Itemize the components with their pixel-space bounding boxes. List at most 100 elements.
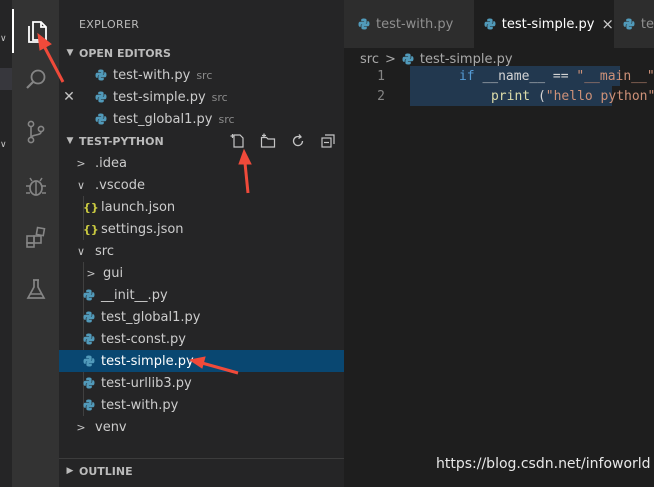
tree-file-launch[interactable]: {} launch.json [59, 196, 344, 218]
file-name: test-urllib3.py [101, 375, 192, 391]
python-icon [484, 18, 496, 30]
test-activity[interactable] [12, 268, 59, 312]
open-editors-header[interactable]: ▼ OPEN EDITORS [59, 42, 344, 64]
python-icon [358, 18, 370, 30]
chevron-down-icon: ∨ [0, 140, 7, 150]
tree-folder-vscode[interactable]: ∨ .vscode [59, 174, 344, 196]
source-control-icon [27, 120, 44, 144]
code-token: print [490, 88, 531, 104]
tab-test-simple[interactable]: test-simple.py × [474, 0, 614, 48]
python-icon [83, 311, 95, 323]
file-name: test_global1.py [113, 111, 213, 127]
file-name: launch.json [101, 199, 176, 215]
tree-file-with[interactable]: test-with.py [59, 394, 344, 416]
tree-folder-venv[interactable]: > venv [59, 416, 344, 438]
project-label: TEST-PYTHON [79, 134, 164, 148]
file-name: test-simple.py [101, 353, 194, 369]
file-name: settings.json [101, 221, 184, 237]
folder-hint: src [196, 68, 213, 82]
chevron-right-icon: > [76, 156, 86, 170]
tab-label: test-with.py [376, 16, 454, 32]
tree-file-global1[interactable]: test_global1.py [59, 306, 344, 328]
line-number: 2 [377, 88, 385, 104]
folder-name: .vscode [95, 177, 145, 193]
outline-header[interactable]: ▶ OUTLINE [59, 460, 344, 482]
project-toolbar [230, 130, 336, 152]
chevron-right-icon: > [76, 420, 86, 434]
explorer-sidebar: EXPLORER ▼ OPEN EDITORS test-with.py src… [59, 0, 344, 487]
tree-folder-gui[interactable]: > gui [59, 262, 344, 284]
tab-label: te [640, 16, 654, 32]
file-name: __init__.py [101, 287, 168, 303]
tree-file-urllib3[interactable]: test-urllib3.py [59, 372, 344, 394]
folder-name: src [95, 243, 114, 259]
file-name: test-simple.py [113, 89, 206, 105]
json-icon: {} [83, 222, 99, 236]
outline-label: OUTLINE [79, 464, 133, 478]
chevron-down-icon: ∨ [76, 178, 86, 192]
chevron-down-icon: ∨ [0, 34, 7, 44]
tree-file-const[interactable]: test-const.py [59, 328, 344, 350]
open-editor-item[interactable]: test-with.py src [59, 64, 344, 86]
json-icon: {} [83, 200, 99, 214]
breadcrumb-folder[interactable]: src [360, 52, 379, 67]
activity-bar [12, 0, 59, 487]
explorer-activity[interactable] [12, 9, 59, 53]
files-icon [27, 21, 47, 43]
tab-test-with[interactable]: test-with.py [344, 0, 474, 48]
open-editor-item[interactable]: test_global1.py src [59, 108, 344, 130]
folder-name: gui [103, 265, 124, 281]
tree-file-simple[interactable]: test-simple.py [59, 350, 344, 372]
python-icon [83, 355, 95, 367]
tree-file-init[interactable]: __init__.py [59, 284, 344, 306]
divider [59, 458, 344, 459]
bug-icon [25, 177, 46, 196]
folder-hint: src [211, 90, 228, 104]
extensions-activity[interactable] [12, 216, 59, 260]
source-control-activity[interactable] [12, 110, 59, 154]
file-name: test_global1.py [101, 309, 201, 325]
open-editor-item-active[interactable]: ✕ test-simple.py src [59, 86, 344, 108]
refresh-icon[interactable] [290, 133, 306, 149]
python-icon [83, 377, 95, 389]
python-icon [95, 113, 107, 125]
python-icon [83, 399, 95, 411]
folder-hint: src [218, 112, 235, 126]
collapse-all-icon[interactable] [320, 133, 336, 149]
tab-overflow[interactable]: te [614, 0, 654, 48]
python-icon [95, 91, 107, 103]
close-icon[interactable]: × [601, 15, 614, 33]
file-name: test-const.py [101, 331, 186, 347]
file-name: test-with.py [101, 397, 179, 413]
python-icon [95, 69, 107, 81]
tree-folder-src[interactable]: ∨ src [59, 240, 344, 262]
flask-icon [26, 279, 45, 299]
chevron-right-icon: ▶ [66, 466, 74, 476]
tree-file-settings[interactable]: {} settings.json [59, 218, 344, 240]
tree-folder-idea[interactable]: > .idea [59, 152, 344, 174]
python-icon [83, 333, 95, 345]
python-icon [623, 18, 635, 30]
code-token: "hello python" [545, 88, 654, 104]
code-line: 2 print ("hello python") [344, 86, 654, 106]
file-name: test-with.py [113, 67, 191, 83]
close-icon[interactable]: ✕ [59, 89, 79, 105]
extensions-icon [25, 226, 45, 248]
code-token: ( [537, 88, 546, 104]
chevron-down-icon: ▼ [66, 48, 74, 58]
python-icon [83, 289, 95, 301]
chevron-down-icon: ▼ [66, 136, 74, 146]
editor-tabs: test-with.py test-simple.py × te [344, 0, 654, 48]
tab-label: test-simple.py [501, 16, 595, 32]
search-activity[interactable] [12, 58, 59, 102]
left-panel-edge: ∨ ∨ [0, 0, 12, 487]
search-icon [25, 69, 45, 89]
new-file-icon[interactable] [230, 133, 246, 149]
breadcrumb-separator: > [384, 51, 396, 67]
new-folder-icon[interactable] [260, 133, 276, 149]
folder-name: .idea [95, 155, 127, 171]
project-header[interactable]: ▼ TEST-PYTHON [59, 130, 344, 152]
debug-activity[interactable] [12, 164, 59, 208]
line-number: 1 [377, 68, 385, 84]
open-editors-label: OPEN EDITORS [79, 46, 171, 60]
